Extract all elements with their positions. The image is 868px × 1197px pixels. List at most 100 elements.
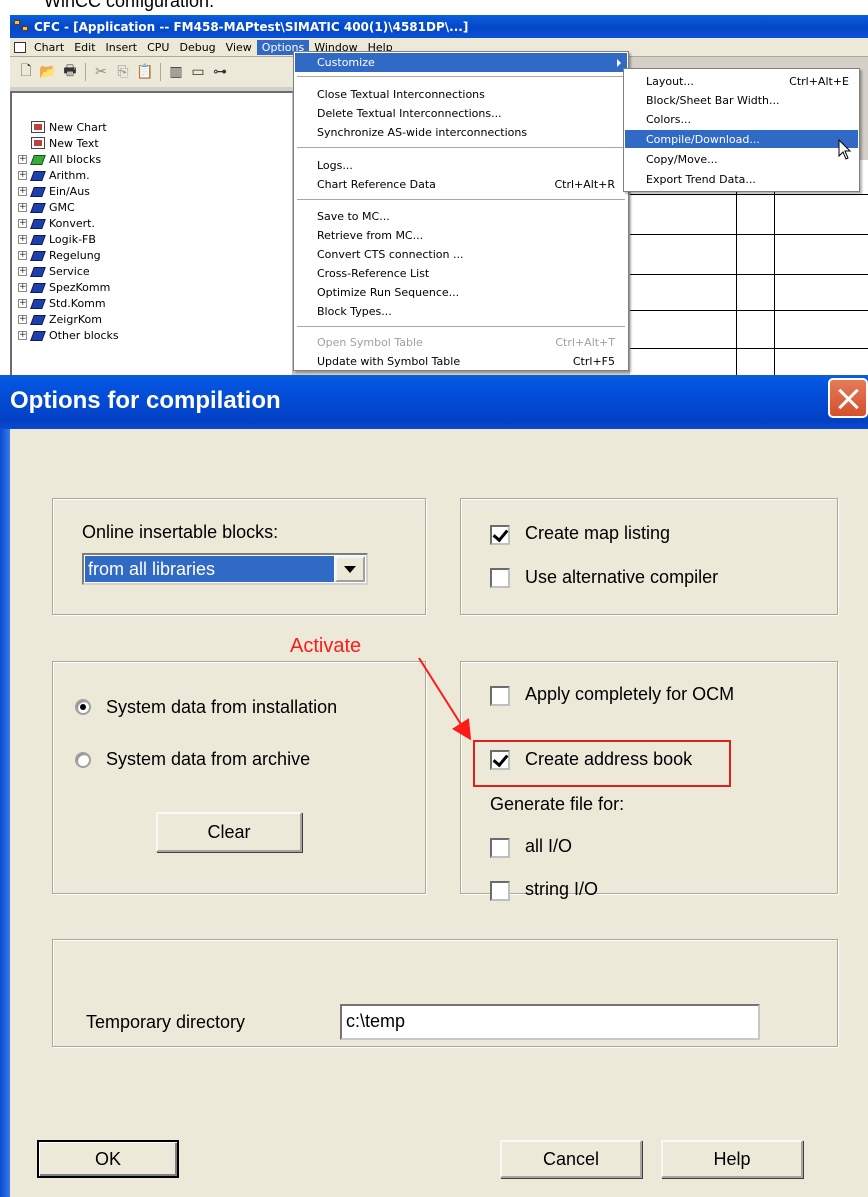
annotation-label: Activate (290, 635, 362, 657)
expand-icon[interactable]: + (18, 186, 27, 196)
online-blocks-select[interactable]: from all libraries (82, 553, 368, 585)
menu-item-label: Open Symbol Table (317, 336, 423, 349)
expand-icon[interactable]: + (18, 282, 27, 292)
menu-item-layout[interactable]: Layout... Ctrl+Alt+E (625, 72, 858, 90)
submenu-arrow-icon (617, 59, 621, 67)
menu-item-label: Customize (317, 56, 375, 69)
online-blocks-value: from all libraries (85, 556, 334, 582)
tree-item[interactable]: New Chart (12, 119, 292, 135)
create-map-listing-checkbox[interactable] (490, 525, 510, 545)
menu-item-synchronize[interactable]: Synchronize AS-wide interconnections (295, 123, 627, 142)
expand-icon[interactable]: + (18, 154, 27, 164)
menu-item-label: Compile/Download... (646, 132, 760, 146)
catalog-icon[interactable]: ▥ (166, 62, 186, 82)
options-menu: Customize Close Textual Interconnections… (293, 51, 629, 371)
document-icon[interactable] (14, 41, 26, 53)
sys-from-archive-radio[interactable] (75, 752, 91, 768)
ok-button[interactable]: OK (37, 1140, 179, 1178)
expand-icon[interactable]: + (18, 330, 27, 340)
tree-item[interactable]: + Ein/Aus (12, 183, 292, 199)
menu-item-colors[interactable]: Colors... (625, 110, 858, 128)
help-button[interactable]: Help (661, 1140, 803, 1178)
tree-item[interactable]: + All blocks (12, 151, 292, 167)
menu-debug[interactable]: Debug (174, 40, 220, 55)
chart-sheet-grid[interactable] (630, 160, 868, 388)
customize-submenu: Layout... Ctrl+Alt+E Block/Sheet Bar Widt… (623, 68, 860, 192)
menu-item-label: Close Textual Interconnections (317, 88, 485, 101)
cfc-toolbar: 🗋 📂 🖶 ✂ ⎘ 📋 ▥ ▭ ⊶ (10, 57, 300, 87)
expand-icon[interactable]: + (18, 170, 27, 180)
window-icon[interactable]: ▭ (188, 62, 208, 82)
alt-compiler-checkbox[interactable] (490, 568, 510, 588)
tree-item[interactable]: + SpezKomm (12, 279, 292, 295)
menu-edit[interactable]: Edit (69, 40, 100, 55)
menu-item-retrieve-mc[interactable]: Retrieve from MC... (295, 226, 627, 245)
menu-item-optimize[interactable]: Optimize Run Sequence... (295, 283, 627, 302)
sys-from-install-radio[interactable] (75, 699, 91, 715)
library-icon (31, 266, 45, 277)
tree-item-label: Logik-FB (49, 232, 96, 246)
menu-item-customize[interactable]: Customize (295, 53, 627, 72)
expand-icon[interactable]: + (18, 250, 27, 260)
temp-dir-input[interactable]: c:\temp (340, 1004, 760, 1040)
string-io-label: string I/O (525, 879, 599, 899)
tree-icon[interactable]: ⊶ (210, 62, 230, 82)
menu-item-close-textual[interactable]: Close Textual Interconnections (295, 85, 627, 104)
expand-icon[interactable]: + (18, 218, 27, 228)
copy-icon[interactable]: ⎘ (113, 62, 133, 82)
tree-item[interactable]: + Other blocks (12, 327, 292, 343)
cut-icon[interactable]: ✂ (91, 62, 111, 82)
menu-view[interactable]: View (221, 40, 257, 55)
menu-insert[interactable]: Insert (101, 40, 143, 55)
menu-item-copy-move[interactable]: Copy/Move... (625, 150, 858, 168)
new-text-icon (31, 137, 45, 149)
tree-item-label: Regelung (49, 248, 101, 262)
all-io-checkbox[interactable] (490, 838, 510, 858)
online-blocks-label: Online insertable blocks: (82, 522, 279, 542)
menu-item-label: Chart Reference Data (317, 178, 436, 191)
menu-cpu[interactable]: CPU (142, 40, 174, 55)
menu-item-save-mc[interactable]: Save to MC... (295, 207, 627, 226)
expand-icon[interactable]: + (18, 266, 27, 276)
expand-icon[interactable]: + (18, 202, 27, 212)
clear-button[interactable]: Clear (156, 812, 302, 852)
tree-item[interactable]: + Std.Komm (12, 295, 292, 311)
paste-icon[interactable]: 📋 (135, 62, 155, 82)
menu-item-export-trend[interactable]: Export Trend Data... (625, 170, 858, 188)
tree-item[interactable]: + Konvert. (12, 215, 292, 231)
expand-icon[interactable]: + (18, 234, 27, 244)
library-icon (31, 170, 45, 181)
menu-item-label: Retrieve from MC... (317, 229, 424, 242)
expand-icon[interactable]: + (18, 298, 27, 308)
tree-item[interactable]: + Logik-FB (12, 231, 292, 247)
close-icon[interactable] (828, 378, 868, 418)
print-icon[interactable]: 🖶 (60, 62, 80, 82)
library-icon (31, 250, 45, 261)
menu-item-convert-cts[interactable]: Convert CTS connection ... (295, 245, 627, 264)
menu-item-bar-width[interactable]: Block/Sheet Bar Width... (625, 91, 858, 109)
tree-item[interactable]: New Text (12, 135, 292, 151)
tree-item[interactable]: + Service (12, 263, 292, 279)
tree-item[interactable]: + ZeigrKom (12, 311, 292, 327)
menu-item-update-symbol-table[interactable]: Update with Symbol Table Ctrl+F5 (295, 352, 627, 371)
library-icon (31, 218, 45, 229)
menu-item-chart-reference[interactable]: Chart Reference Data Ctrl+Alt+R (295, 175, 627, 194)
menu-item-compile-download[interactable]: Compile/Download... (625, 130, 858, 148)
menu-item-block-types[interactable]: Block Types... (295, 302, 627, 321)
tree-item-label: Service (49, 264, 90, 278)
cancel-button[interactable]: Cancel (500, 1140, 642, 1178)
new-icon[interactable]: 🗋 (16, 62, 36, 82)
tree-item[interactable]: + GMC (12, 199, 292, 215)
menu-item-logs[interactable]: Logs... (295, 156, 627, 175)
menu-item-cross-reference[interactable]: Cross-Reference List (295, 264, 627, 283)
alt-compiler-label: Use alternative compiler (525, 567, 719, 587)
apply-ocm-checkbox[interactable] (490, 686, 510, 706)
tree-item[interactable]: + Arithm. (12, 167, 292, 183)
menu-item-delete-textual[interactable]: Delete Textual Interconnections... (295, 104, 627, 123)
open-icon[interactable]: 📂 (38, 62, 58, 82)
string-io-checkbox[interactable] (490, 881, 510, 901)
expand-icon[interactable]: + (18, 314, 27, 324)
menu-chart[interactable]: Chart (29, 40, 69, 55)
chevron-down-icon[interactable] (335, 556, 365, 582)
tree-item[interactable]: + Regelung (12, 247, 292, 263)
